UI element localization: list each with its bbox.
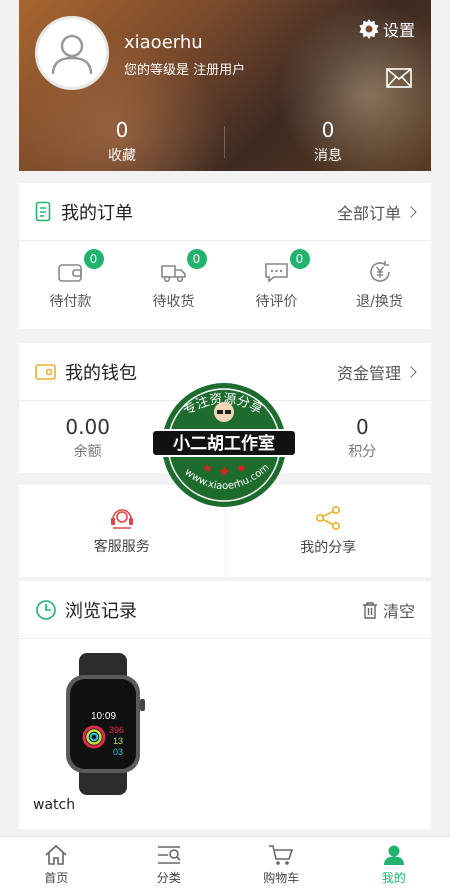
default-avatar-icon [51, 34, 93, 75]
watch-ring-exercise: 13 [113, 736, 123, 746]
favorites-stat[interactable]: 0 收藏 [19, 118, 225, 165]
points-label: 积分 [348, 444, 377, 460]
order-refund[interactable]: 退/换货 [328, 241, 431, 329]
favorites-count: 0 [115, 118, 129, 142]
category-icon [157, 845, 181, 864]
tab-mine[interactable]: 我的 [338, 837, 450, 892]
settings-button[interactable]: 设置 [359, 17, 415, 41]
wallet-icon [57, 264, 82, 282]
chevron-right-icon [405, 365, 417, 378]
chevron-right-icon [405, 205, 417, 218]
history-product[interactable]: 10:09 396 13 03 [33, 649, 173, 803]
pending-payment-label: 待付款 [49, 294, 92, 310]
user-icon [383, 845, 404, 865]
messages-count: 0 [321, 118, 335, 142]
history-list: 10:09 396 13 03 watch [19, 639, 431, 829]
history-title: 浏览记录 [65, 600, 137, 622]
trash-icon [362, 601, 377, 619]
user-level: 您的等级是 注册用户 [124, 63, 246, 78]
order-pending-receipt[interactable]: 0 待收货 [122, 241, 225, 329]
balance-stat[interactable]: 0.00 余额 [19, 401, 156, 473]
message-button[interactable] [386, 68, 412, 92]
clock-icon [36, 599, 56, 620]
watch-ring-move: 396 [109, 725, 124, 735]
settings-label: 设置 [382, 21, 415, 40]
username: xiaoerhu [124, 32, 203, 53]
orders-title: 我的订单 [61, 202, 133, 224]
bottom-tab-bar: 首页 分类 购物车 我的 [0, 836, 450, 892]
points-stat[interactable]: 0 积分 [294, 401, 431, 473]
all-orders-link[interactable]: 全部订单 [336, 200, 417, 224]
watermark-main-text: 小二胡工作室 [173, 433, 275, 454]
pending-receipt-badge: 0 [186, 249, 207, 269]
order-pending-payment[interactable]: 0 待付款 [19, 241, 122, 329]
order-list-icon [35, 201, 51, 221]
refund-label: 退/换货 [356, 294, 403, 310]
pending-receipt-label: 待收货 [152, 294, 195, 310]
watch-product-image: 10:09 396 13 03 [66, 653, 145, 795]
mail-icon [386, 68, 412, 88]
svg-text:★: ★ [218, 464, 231, 480]
tab-home-label: 首页 [44, 870, 69, 885]
pending-review-label: 待评价 [255, 294, 298, 310]
pending-review-badge: 0 [289, 249, 310, 269]
gear-icon [359, 19, 379, 39]
balance-value: 0.00 [65, 415, 110, 439]
svg-text:★: ★ [236, 461, 247, 475]
fund-management-link[interactable]: 资金管理 [336, 360, 417, 384]
home-icon [45, 844, 67, 865]
order-pending-review[interactable]: 0 待评价 [225, 241, 328, 329]
balance-label: 余额 [73, 444, 102, 460]
orders-header: 我的订单 全部订单 [19, 183, 431, 241]
truck-icon [160, 265, 186, 283]
tab-mine-label: 我的 [381, 870, 406, 885]
watch-ring-stand: 03 [113, 747, 123, 757]
comment-icon [264, 263, 288, 283]
tab-category-label: 分类 [156, 870, 181, 885]
orders-card: 我的订单 全部订单 0 待付款 0 待收货 0 待评价 退/换货 [19, 183, 431, 329]
tab-cart-label: 购物车 [263, 870, 300, 885]
tab-home[interactable]: 首页 [0, 837, 113, 892]
pending-payment-badge: 0 [83, 249, 104, 269]
share-icon [316, 505, 341, 530]
order-status-row: 0 待付款 0 待收货 0 待评价 退/换货 [19, 241, 431, 329]
product-name: watch [33, 797, 76, 813]
points-value: 0 [355, 415, 369, 439]
fund-management-label: 资金管理 [336, 363, 401, 383]
messages-stat[interactable]: 0 消息 [225, 118, 431, 165]
avatar[interactable] [35, 16, 109, 90]
headset-icon [110, 509, 133, 529]
clear-history-label: 清空 [382, 601, 415, 621]
wallet-card-icon [35, 363, 56, 380]
svg-text:★: ★ [202, 461, 213, 475]
customer-service-label: 客服服务 [93, 539, 150, 555]
profile-header: xiaoerhu 您的等级是 注册用户 设置 0 收藏 0 消息 [19, 0, 431, 171]
clear-history-button[interactable]: 清空 [361, 598, 415, 622]
refund-icon [369, 261, 390, 282]
tab-cart[interactable]: 购物车 [225, 837, 338, 892]
my-share-label: 我的分享 [300, 540, 357, 556]
cart-icon [269, 844, 294, 865]
watch-time: 10:09 [91, 711, 116, 722]
history-header: 浏览记录 清空 [19, 581, 431, 639]
favorites-label: 收藏 [108, 148, 136, 164]
all-orders-label: 全部订单 [336, 203, 401, 223]
tab-category[interactable]: 分类 [113, 837, 226, 892]
watermark-logo: 专注资源分享 小二胡工作室 ★ ★ ★ www.xiaoerhu.com [151, 383, 297, 507]
history-card: 浏览记录 清空 10:09 396 13 03 watch [19, 581, 431, 829]
messages-label: 消息 [314, 148, 342, 164]
